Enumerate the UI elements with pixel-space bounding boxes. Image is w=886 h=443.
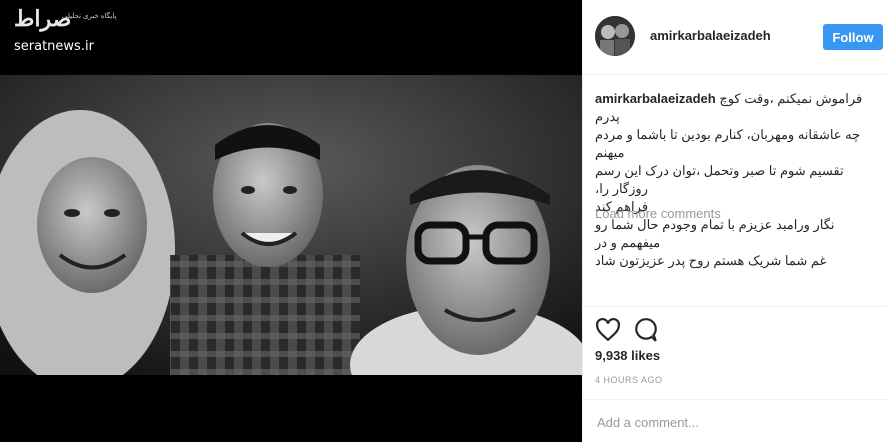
post-side-panel: amirkarbalaeizadeh Follow amirkarbalaeiz…	[582, 0, 886, 442]
likes-count[interactable]: 9,938 likes	[595, 348, 660, 363]
watermark-tagline: پایگاه خبری تحلیلی	[62, 13, 117, 20]
comment-icon[interactable]	[633, 317, 659, 343]
person-middle-shirt	[170, 255, 360, 375]
post-photo[interactable]	[0, 75, 582, 375]
seratnews-watermark: صراط پایگاه خبری تحلیلی seratnews.ir	[14, 6, 124, 54]
heart-icon[interactable]	[595, 317, 621, 343]
post-photo-pane: صراط پایگاه خبری تحلیلی seratnews.ir	[0, 0, 582, 442]
post-timestamp: 4 HOURS AGO	[595, 375, 663, 385]
caption-line-1: amirkarbalaeizadeh فراموش نمیکنم ،وقت کو…	[595, 90, 877, 126]
watermark-site: seratnews.ir	[14, 39, 94, 54]
avatar-image	[595, 16, 635, 56]
caption-line-3: تقسیم شوم تا صبر وتحمل ،توان درک این رسم…	[595, 163, 844, 196]
instagram-post-view: صراط پایگاه خبری تحلیلی seratnews.ir ami…	[0, 0, 886, 442]
caption-line-2: چه عاشقانه ومهربان، کنارم بودین تا باشما…	[595, 127, 861, 160]
post-actions-bar	[583, 306, 886, 347]
comment-box	[583, 399, 886, 443]
load-more-comments-link[interactable]: Load more comments	[595, 206, 721, 221]
caption-username[interactable]: amirkarbalaeizadeh	[595, 91, 716, 106]
follow-button[interactable]: Follow	[823, 24, 883, 50]
post-caption: amirkarbalaeizadeh فراموش نمیکنم ،وقت کو…	[595, 90, 877, 270]
post-header: amirkarbalaeizadeh Follow	[583, 0, 886, 75]
add-comment-input[interactable]	[595, 410, 869, 434]
post-username[interactable]: amirkarbalaeizadeh	[650, 28, 771, 43]
caption-line-5: نگار ورامبد عزیزم با تمام وجودم حال شما …	[595, 217, 835, 250]
person-left-face	[37, 157, 147, 293]
caption-line-6: غم شما شریک هستم روح پدر عزیزتون شاد	[595, 253, 827, 268]
avatar[interactable]	[595, 16, 635, 56]
